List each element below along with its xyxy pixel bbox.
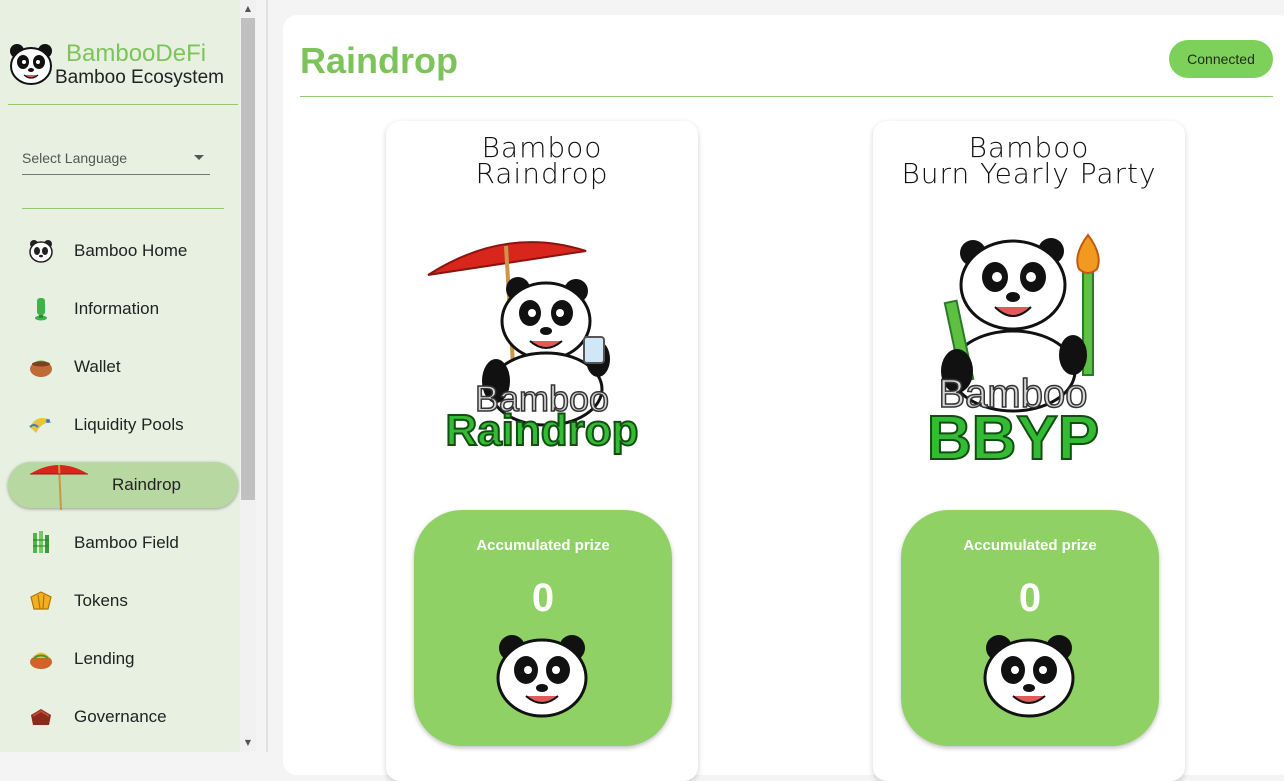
bamboo-icon [33,531,49,553]
divider [300,96,1273,97]
sidebar-item-tokens[interactable]: Tokens [8,578,238,624]
raindrop-card[interactable]: Bamboo Raindrop Bamboo Raindrop Accumula… [386,121,698,781]
tokens-icon [30,591,52,610]
sidebar-item-information[interactable]: Information [8,286,238,332]
card-heading: Bamboo Raindrop [386,134,698,190]
card-heading-line2: Burn Yearly Party [901,157,1157,190]
prize-box: Accumulated prize 0 [901,510,1159,746]
bbyp-panda-illustration: Bamboo BBYP [926,233,1100,471]
art-word-bbyp: BBYP [927,404,1099,471]
sidebar-item-label: Liquidity Pools [74,415,184,434]
brand[interactable]: BambooDeFi Bamboo Ecosystem [8,40,238,90]
panda-icon [29,240,53,263]
panda-icon [983,635,1075,718]
info-icon [35,298,47,321]
sidebar-item-label: Tokens [74,591,128,610]
raindrop-panda-illustration: Bamboo Raindrop [427,241,640,456]
prize-label: Accumulated prize [476,537,610,554]
divider [22,208,224,209]
divider [8,104,238,105]
sidebar-item-governance[interactable]: Governance [8,694,238,740]
bbyp-card[interactable]: Bamboo Burn Yearly Party Bamboo BBYP Acc… [873,121,1185,781]
sidebar-item-lending[interactable]: Lending [8,636,238,682]
sidebar-item-bamboo-field[interactable]: Bamboo Field [8,520,238,566]
wallet-icon [30,360,52,377]
sidebar-item-bamboo-home[interactable]: Bamboo Home [8,228,238,274]
sidebar: BambooDeFi Bamboo Ecosystem Select Langu… [0,0,240,752]
umbrella-icon [30,464,88,511]
sidebar-item-raindrop[interactable]: Raindrop [8,462,238,511]
card-heading-line2: Raindrop [475,157,609,190]
panda-icon [496,635,588,718]
sidebar-item-label: Information [74,299,160,318]
card-heading: Bamboo Burn Yearly Party [873,134,1185,190]
scrollbar-thumb[interactable] [241,18,255,500]
prize-label: Accumulated prize [963,537,1097,554]
sidebar-item-label: Wallet [74,357,121,376]
art-word-raindrop: Raindrop [445,406,638,455]
chevron-down-icon [194,155,204,160]
language-select-label: Select Language [22,150,128,166]
governance-icon [31,709,51,725]
language-select[interactable]: Select Language [22,148,210,175]
prize-box: Accumulated prize 0 [414,510,672,746]
prize-value: 0 [1018,576,1042,620]
sidebar-item-label: Bamboo Home [74,241,188,260]
sidebar-scrollbar[interactable]: ▲ ▼ [240,0,256,752]
connected-button[interactable]: Connected [1169,40,1273,78]
scroll-up-arrow-icon[interactable]: ▲ [240,2,256,16]
sidebar-item-liquidity-pools[interactable]: Liquidity Pools [8,402,238,448]
sidebar-item-label: Lending [74,649,135,668]
panda-logo-icon [10,44,52,85]
brand-title: BambooDeFi [66,40,207,67]
divider [266,0,268,752]
sidebar-item-label: Bamboo Field [74,533,179,552]
page-title: Raindrop [300,40,458,81]
lending-icon [30,652,52,669]
liquidity-icon [29,418,52,433]
sidebar-item-label: Raindrop [112,475,181,494]
scroll-down-arrow-icon[interactable]: ▼ [240,736,256,750]
sidebar-item-wallet[interactable]: Wallet [8,344,238,390]
brand-subtitle: Bamboo Ecosystem [55,67,224,88]
prize-value: 0 [531,576,555,620]
sidebar-item-label: Governance [74,707,167,726]
